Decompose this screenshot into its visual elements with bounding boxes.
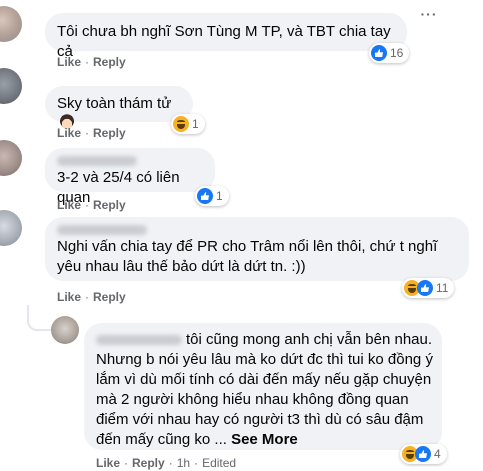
reaction-summary[interactable]: 16	[369, 43, 410, 63]
reply-text-line: lắm vì dù mối tính có dài đến mấy nếu gặ…	[96, 371, 432, 388]
separator: ·	[168, 456, 173, 470]
reply-link[interactable]: Reply	[93, 126, 126, 140]
avatar[interactable]	[0, 210, 22, 246]
reply-link[interactable]: Reply	[93, 55, 126, 69]
more-options-icon: ···	[420, 6, 438, 22]
comment-actions: Like · Reply	[57, 126, 126, 140]
reply-text-line: tôi cũng mong anh chị vẫn bên nhau.	[186, 331, 433, 348]
comment-actions: Like · Reply	[57, 290, 126, 304]
reply-text-line: mà 2 người không hiểu nhau không đồng qu…	[96, 391, 409, 408]
reply-link[interactable]: Reply	[132, 456, 165, 470]
avatar[interactable]	[0, 6, 22, 42]
see-more-link[interactable]: See More	[231, 431, 298, 448]
separator: ·	[194, 456, 199, 470]
separator: ·	[85, 290, 90, 304]
comment-bubble: Sky toàn thám tử	[45, 86, 193, 130]
reaction-summary[interactable]: 1	[171, 114, 205, 134]
comment-text-line: yêu nhau lâu thế bảo dứt là dứt tn. :))	[57, 258, 306, 275]
commenter-name	[57, 156, 137, 166]
avatar[interactable]	[0, 68, 22, 104]
separator: ·	[85, 126, 90, 140]
reply-link[interactable]: Reply	[93, 290, 126, 304]
avatar[interactable]	[51, 316, 79, 344]
avatar[interactable]	[0, 140, 22, 176]
like-link[interactable]: Like	[57, 198, 81, 212]
reaction-count: 1	[192, 117, 199, 131]
reply-actions: Like · Reply · 1h · Edited	[96, 456, 236, 470]
like-link[interactable]: Like	[96, 456, 120, 470]
comment-bubble: Nghi vấn chia tay để PR cho Trâm nổi lên…	[45, 217, 469, 281]
reaction-summary[interactable]: 11	[402, 278, 455, 298]
commenter-name	[57, 225, 147, 235]
haha-icon	[173, 116, 189, 132]
comment-bubble: 3-2 và 25/4 có liên quan	[45, 148, 215, 206]
edited-label[interactable]: Edited	[202, 456, 236, 470]
reaction-count: 1	[216, 189, 223, 203]
separator: ·	[85, 55, 90, 69]
reaction-count: 16	[390, 46, 404, 60]
comment-actions: Like · Reply	[57, 198, 126, 212]
separator: ·	[85, 198, 90, 212]
comment-text-line: Nghi vấn chia tay để PR cho Trâm nổi lên…	[57, 238, 438, 255]
comment-text: Sky toàn thám tử	[57, 95, 172, 112]
like-link[interactable]: Like	[57, 126, 81, 140]
reply-text-line: Nhưng b nói yêu lâu mà ko dứt đc thì tui…	[96, 351, 433, 368]
reaction-count: 4	[434, 447, 441, 461]
separator: ·	[124, 456, 129, 470]
reply-text-line: điểm với nhau hay có người t3 thì dù có …	[96, 411, 424, 428]
reaction-summary[interactable]: 4	[400, 444, 447, 464]
comment-actions: Like · Reply	[57, 55, 126, 69]
reply-link[interactable]: Reply	[93, 198, 126, 212]
commenter-name	[96, 335, 182, 346]
like-icon	[417, 280, 433, 296]
reply-bubble: tôi cũng mong anh chị vẫn bên nhau. Nhưn…	[84, 323, 442, 450]
comment-bubble: Tôi chưa bh nghĩ Sơn Tùng M TP, và TBT c…	[45, 13, 407, 60]
like-link[interactable]: Like	[57, 290, 81, 304]
reply-text-line: đến mấy cũng ko ...	[96, 431, 227, 448]
reaction-count: 11	[436, 281, 449, 295]
like-icon	[371, 45, 387, 61]
like-icon	[415, 446, 431, 462]
like-link[interactable]: Like	[57, 55, 81, 69]
timestamp[interactable]: 1h	[177, 456, 190, 470]
like-icon	[197, 188, 213, 204]
reaction-summary[interactable]: 1	[195, 186, 229, 206]
more-options-button[interactable]: ···	[417, 2, 441, 26]
